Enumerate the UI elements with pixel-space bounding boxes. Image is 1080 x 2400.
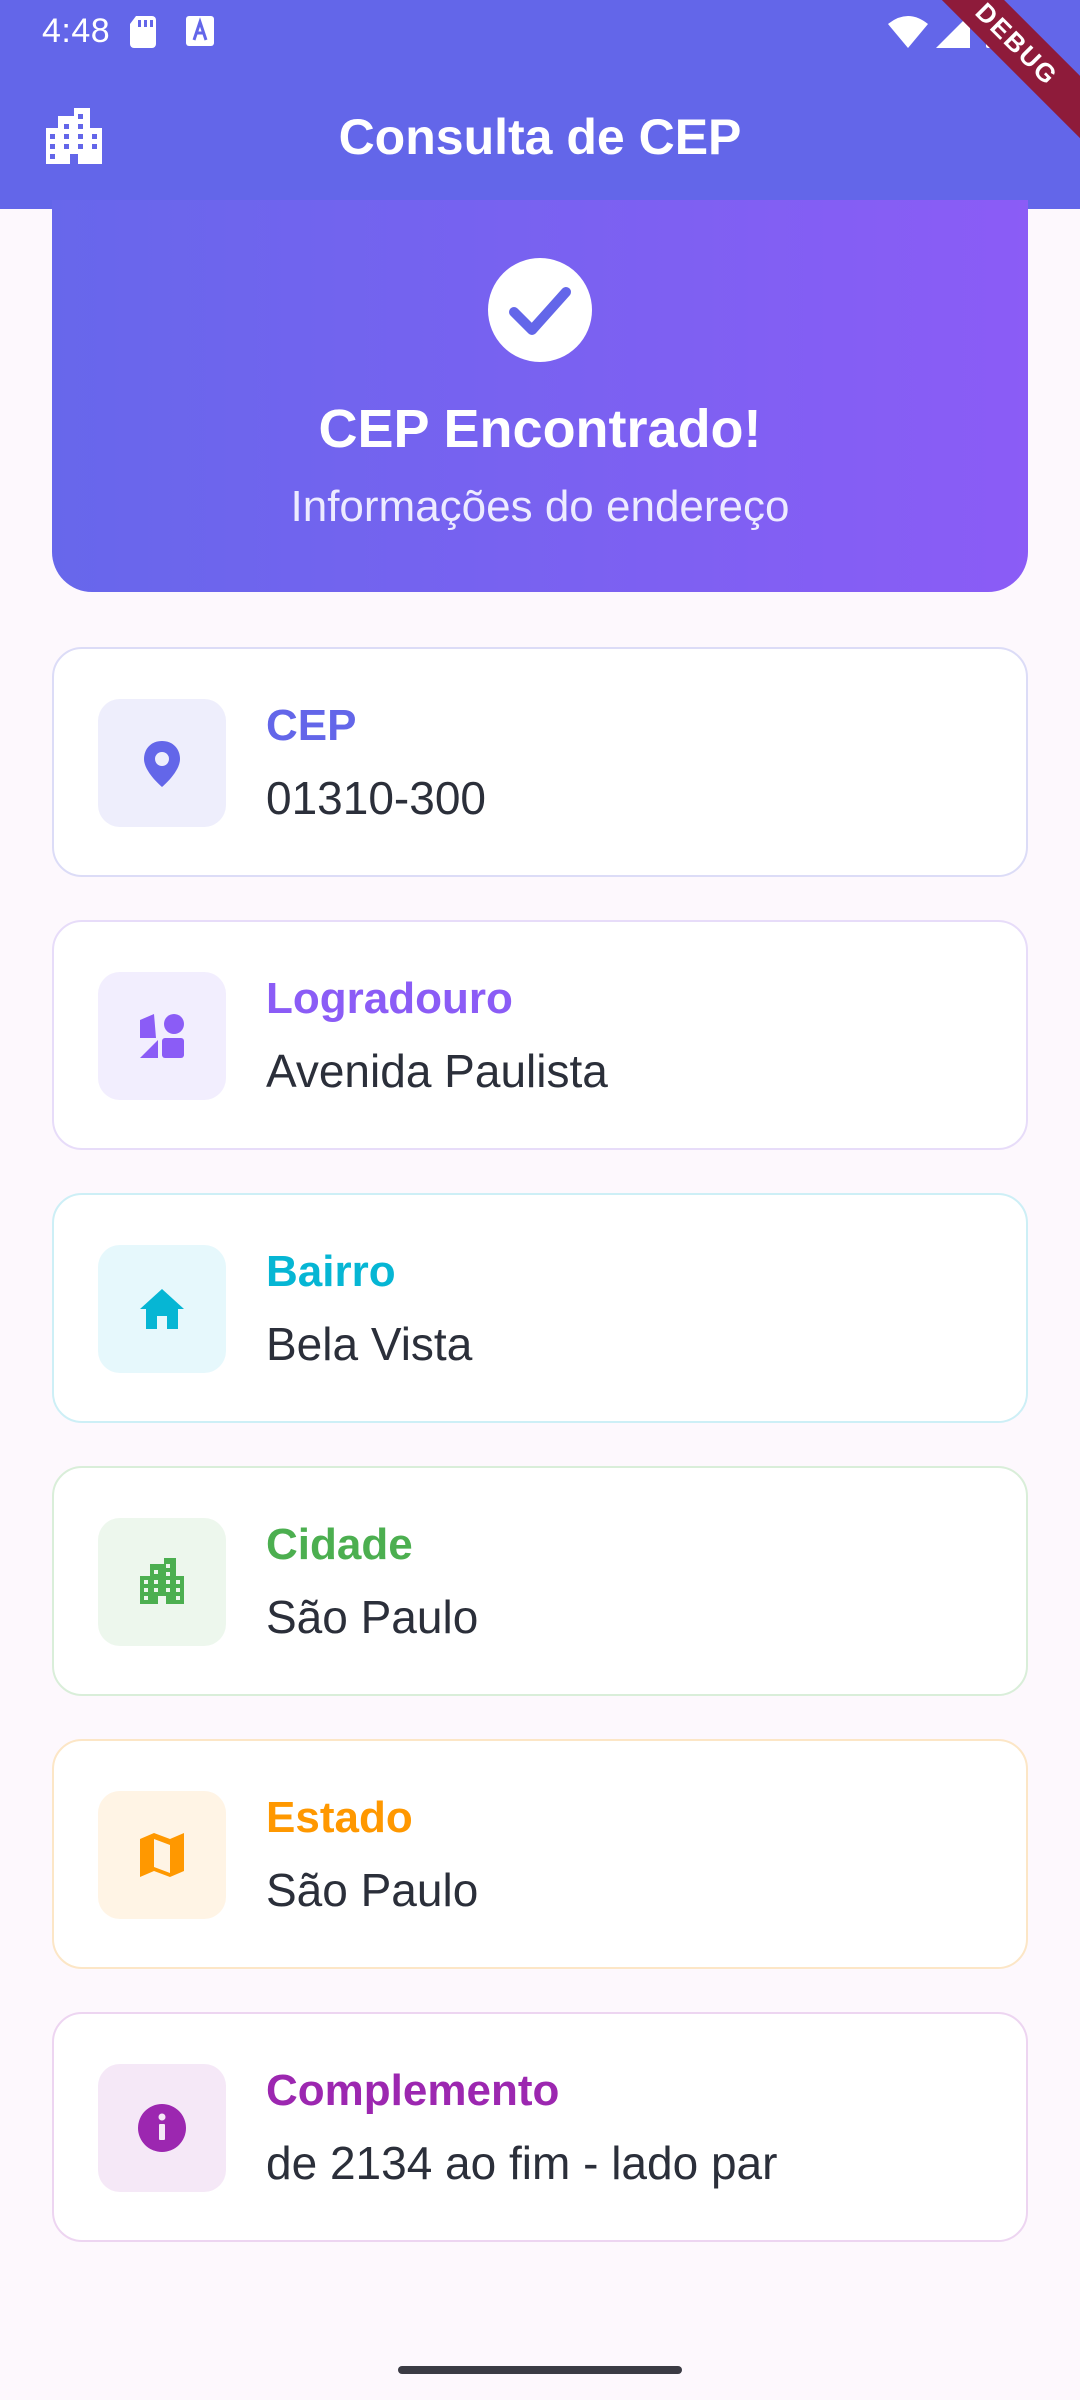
field-label: Bairro	[266, 1247, 396, 1296]
field-label: Logradouro	[266, 974, 513, 1023]
home-indicator[interactable]	[398, 2366, 682, 2374]
app-header: 4:48 DEBUG Consulta de CEP	[0, 0, 1080, 209]
a-icon	[186, 16, 214, 46]
status-bar: 4:48 DEBUG	[0, 0, 1080, 148]
field-value: de 2134 ao fim - lado par	[266, 2137, 778, 2189]
interests-icon	[98, 972, 226, 1100]
info-card-bairro: Bairro Bela Vista	[52, 1193, 1028, 1423]
location-pin-icon	[98, 699, 226, 827]
field-value: São Paulo	[266, 1864, 479, 1916]
field-value: 01310-300	[266, 772, 486, 824]
home-icon	[98, 1245, 226, 1373]
field-value: Bela Vista	[266, 1318, 473, 1370]
result-title: CEP Encontrado!	[318, 399, 762, 459]
result-subtitle: Informações do endereço	[290, 482, 790, 531]
info-card-logradouro: Logradouro Avenida Paulista	[52, 920, 1028, 1150]
check-circle-icon	[488, 258, 592, 362]
field-value: Avenida Paulista	[266, 1045, 608, 1097]
result-header-card: CEP Encontrado! Informações do endereço	[52, 200, 1028, 592]
status-time: 4:48	[42, 12, 111, 50]
map-icon	[98, 1791, 226, 1919]
field-label: Estado	[266, 1793, 413, 1842]
field-label: CEP	[266, 701, 357, 750]
screen: 4:48 DEBUG Consulta de CEP CEP Encontrad…	[0, 0, 1080, 2400]
city-icon	[98, 1518, 226, 1646]
info-icon	[98, 2064, 226, 2192]
field-value: São Paulo	[266, 1591, 479, 1643]
field-label: Cidade	[266, 1520, 413, 1569]
page-title: Consulta de CEP	[338, 109, 742, 165]
field-label: Complemento	[266, 2066, 560, 2115]
info-card-cep: CEP 01310-300	[52, 647, 1028, 877]
info-card-complemento: Complemento de 2134 ao fim - lado par	[52, 2012, 1028, 2242]
wifi-icon	[888, 16, 928, 48]
info-card-estado: Estado São Paulo	[52, 1739, 1028, 1969]
app-bar: Consulta de CEP	[0, 64, 1080, 209]
info-card-cidade: Cidade São Paulo	[52, 1466, 1028, 1696]
sd-card-icon	[130, 16, 156, 48]
